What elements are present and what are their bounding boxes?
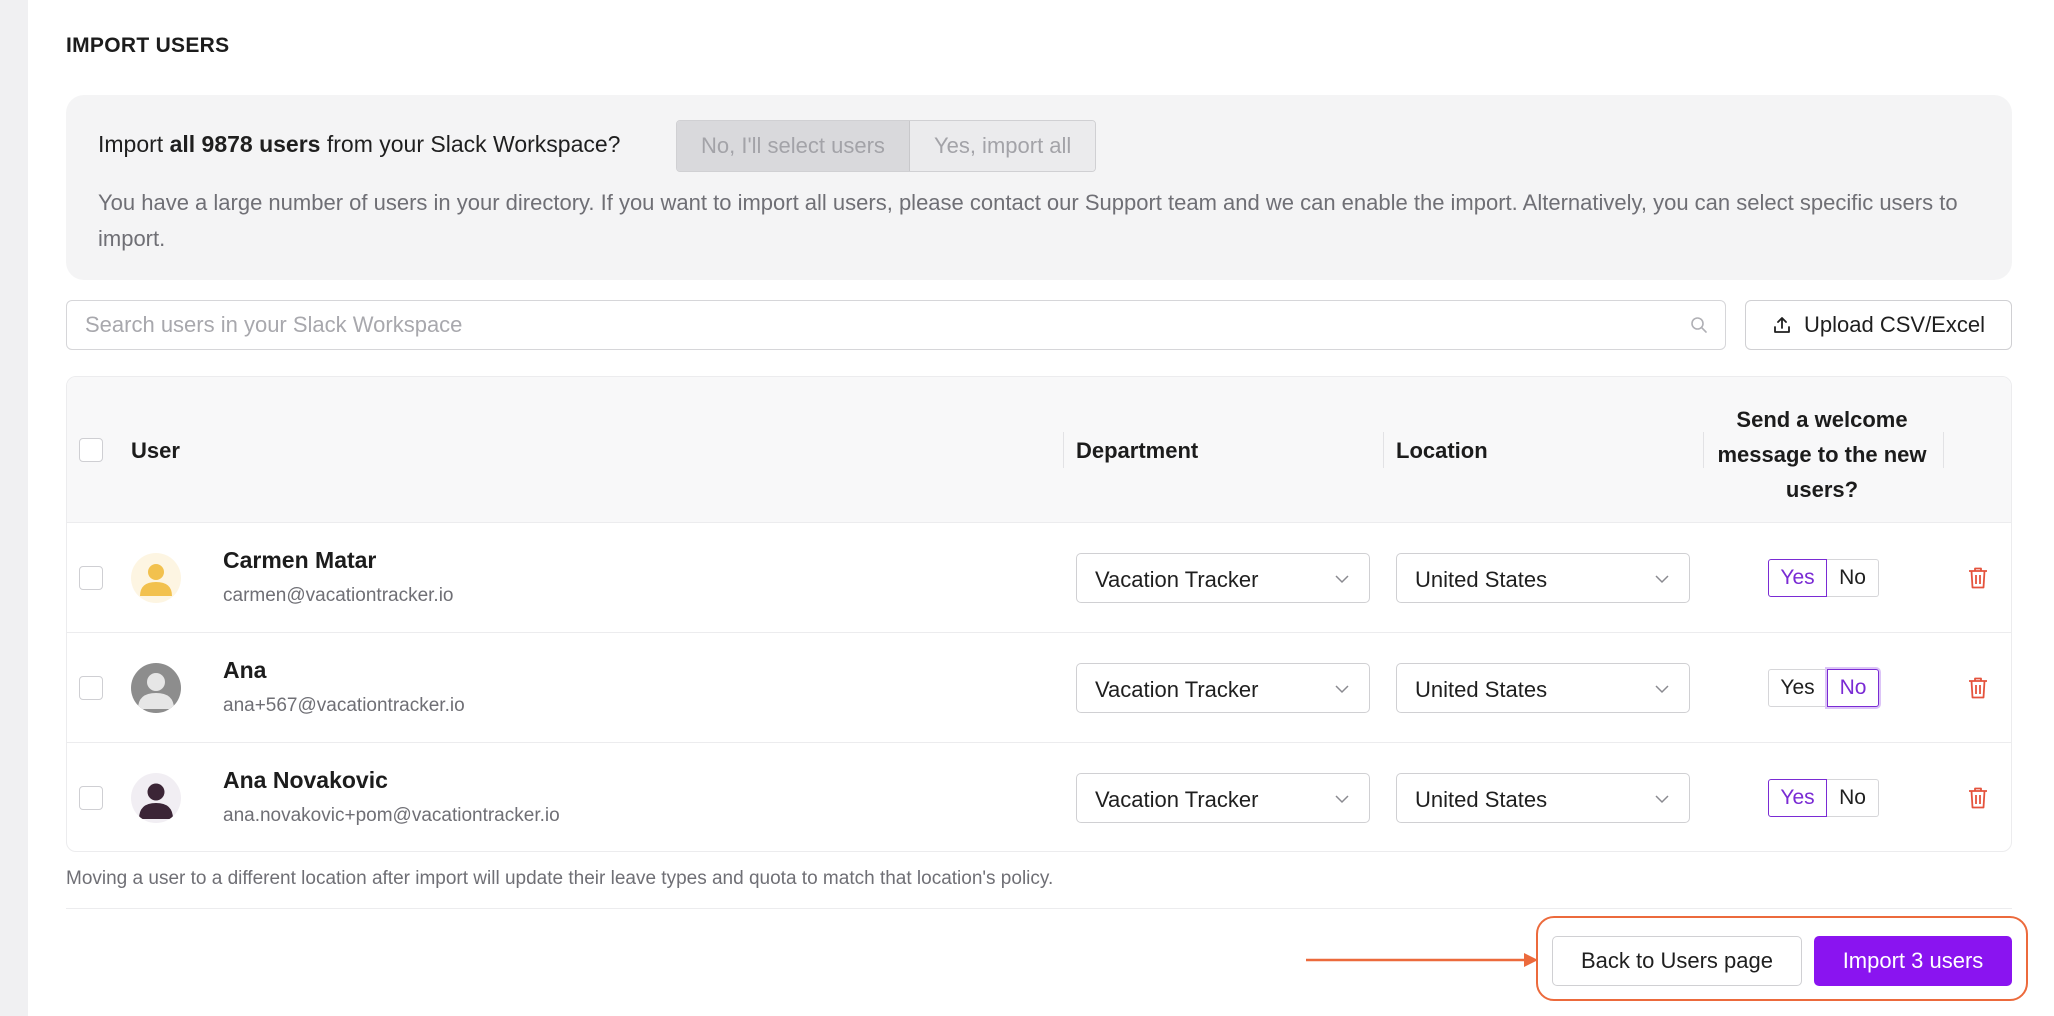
search-icon (1691, 317, 1707, 333)
location-note: Moving a user to a different location af… (66, 868, 1054, 889)
import-all-banner: Import all 9878 users from your Slack Wo… (66, 95, 2012, 280)
user-email: ana.novakovic+pom@vacationtracker.io (223, 805, 560, 826)
avatar (131, 553, 181, 603)
banner-description: You have a large number of users in your… (98, 190, 1958, 251)
welcome-toggle: Yes No (1768, 779, 1879, 817)
back-to-users-button[interactable]: Back to Users page (1552, 936, 1802, 986)
department-select[interactable]: Vacation Tracker (1076, 663, 1370, 713)
select-all-checkbox[interactable] (79, 438, 103, 462)
user-name: Ana (223, 657, 267, 683)
question-prefix: Import (98, 131, 170, 157)
search-input[interactable] (85, 301, 1665, 349)
location-select[interactable]: United States (1396, 773, 1690, 823)
location-value: United States (1415, 567, 1548, 592)
department-value: Vacation Tracker (1095, 567, 1259, 592)
column-divider (1703, 432, 1704, 468)
user-name: Carmen Matar (223, 547, 377, 573)
upload-csv-button[interactable]: Upload CSV/Excel (1745, 300, 2012, 350)
welcome-yes-button[interactable]: Yes (1768, 779, 1827, 817)
column-divider (1063, 432, 1064, 468)
header-location: Location (1396, 438, 1488, 463)
user-count: all 9878 users (169, 131, 321, 157)
avatar (131, 773, 181, 823)
row-checkbox[interactable] (79, 566, 103, 590)
trash-icon[interactable] (1967, 676, 1989, 700)
divider (66, 908, 2012, 909)
upload-icon (1774, 317, 1790, 333)
header-welcome: Send a welcome message to the new users? (1717, 407, 1927, 502)
import-all-toggle: No, I'll select users Yes, import all (676, 120, 1097, 172)
row-checkbox[interactable] (79, 676, 103, 700)
table-row: Ana Novakovic ana.novakovic+pom@vacation… (67, 743, 2011, 851)
column-divider (1383, 432, 1384, 468)
location-select[interactable]: United States (1396, 663, 1690, 713)
header-department: Department (1076, 438, 1199, 463)
row-checkbox[interactable] (79, 786, 103, 810)
import-all-option[interactable]: Yes, import all (909, 121, 1096, 171)
chevron-down-icon (1335, 685, 1349, 694)
header-user: User (131, 438, 180, 463)
user-avatar-icon (138, 673, 174, 709)
user-email: ana+567@vacationtracker.io (223, 695, 465, 716)
chevron-down-icon (1655, 795, 1669, 804)
avatar (131, 663, 181, 713)
user-email: carmen@vacationtracker.io (223, 585, 454, 606)
import-all-question: Import all 9878 users from your Slack Wo… (98, 131, 620, 158)
welcome-no-button[interactable]: No (1827, 559, 1879, 597)
chevron-down-icon (1335, 795, 1349, 804)
arrow-right-icon (1306, 953, 1538, 967)
table-row: Carmen Matar carmen@vacationtracker.io V… (67, 523, 2011, 633)
welcome-toggle: Yes No (1768, 669, 1879, 707)
search-box (66, 300, 1726, 350)
upload-label: Upload CSV/Excel (1804, 312, 1985, 337)
welcome-no-button[interactable]: No (1827, 669, 1879, 707)
column-divider (1943, 432, 1944, 468)
welcome-toggle: Yes No (1768, 559, 1879, 597)
question-suffix: from your Slack Workspace? (320, 131, 621, 157)
table-row: Ana ana+567@vacationtracker.io Vacation … (67, 633, 2011, 743)
department-select[interactable]: Vacation Tracker (1076, 553, 1370, 603)
welcome-no-button[interactable]: No (1827, 779, 1879, 817)
import-users-page: IMPORT USERS Import all 9878 users from … (28, 0, 2054, 1016)
department-select[interactable]: Vacation Tracker (1076, 773, 1370, 823)
users-table: User Department Location Send a welcome … (66, 376, 2012, 852)
department-value: Vacation Tracker (1095, 787, 1259, 812)
trash-icon[interactable] (1967, 566, 1989, 590)
chevron-down-icon (1655, 685, 1669, 694)
location-value: United States (1415, 787, 1548, 812)
welcome-yes-button[interactable]: Yes (1768, 559, 1827, 597)
user-avatar-icon (140, 564, 172, 596)
select-users-option[interactable]: No, I'll select users (677, 121, 910, 171)
chevron-down-icon (1655, 575, 1669, 584)
page-title: IMPORT USERS (66, 34, 230, 57)
location-value: United States (1415, 677, 1548, 702)
import-users-button[interactable]: Import 3 users (1814, 936, 2012, 986)
chevron-down-icon (1335, 575, 1349, 584)
user-avatar-icon (139, 783, 173, 819)
table-header: User Department Location Send a welcome … (67, 377, 2011, 523)
department-value: Vacation Tracker (1095, 677, 1259, 702)
welcome-yes-button[interactable]: Yes (1768, 669, 1827, 707)
user-name: Ana Novakovic (223, 767, 388, 793)
trash-icon[interactable] (1967, 786, 1989, 810)
location-select[interactable]: United States (1396, 553, 1690, 603)
